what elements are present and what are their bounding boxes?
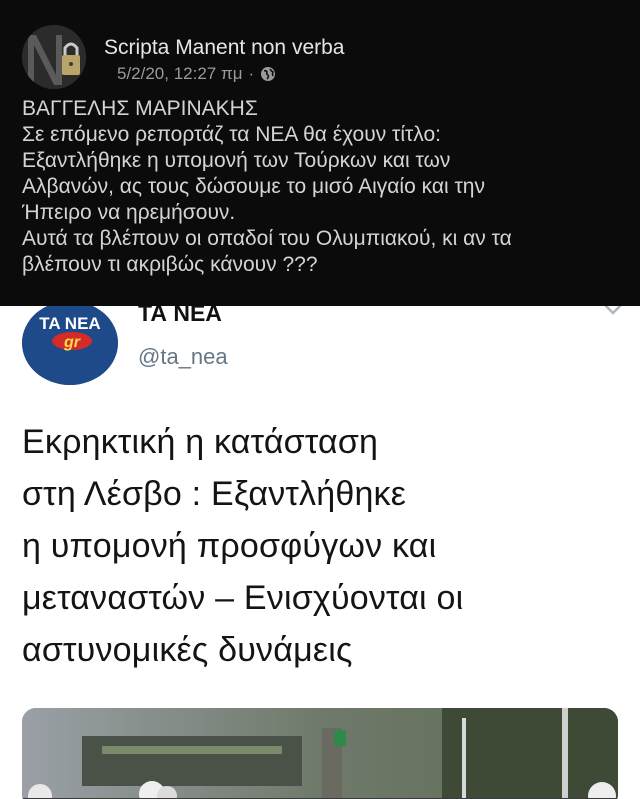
tweet-display-name[interactable]: ΤΑ ΝΕΑ [138,306,222,327]
post-text-line: βλέπουν τι ακριβώς κάνουν ??? [22,253,318,276]
facebook-post: Scripta Manent non verba 5/2/20, 12:27 π… [0,0,640,306]
headline-line: Εκρηκτική η κατάσταση [22,423,379,461]
post-text: ΒΑΓΓΕΛΗΣ ΜΑΡΙΝΑΚΗΣ Σε επόμενο ρεπορτάζ τ… [22,96,622,278]
page-name[interactable]: Scripta Manent non verba [104,36,344,60]
headline-line: στη Λέσβο : Εξαντλήθηκε [22,475,407,513]
tweet-card: TA NEA gr ΤΑ ΝΕΑ @ta_nea Εκρηκτική η κατ… [0,306,640,799]
tweet-handle[interactable]: @ta_nea [138,344,228,370]
logo-text: TA NEA [39,314,100,333]
globe-icon [260,66,276,82]
post-text-line: ΒΑΓΓΕΛΗΣ ΜΑΡΙΝΑΚΗΣ [22,97,258,120]
post-text-line: Αυτά τα βλέπουν οι οπαδοί του Ολυμπιακού… [22,227,512,250]
post-text-line: Εξαντλήθηκε η υπομονή των Τούρκων και τω… [22,149,451,172]
headline-line: μεταναστών – Ενισχύονται οι [22,579,464,617]
post-text-line: Σε επόμενο ρεπορτάζ τα ΝΕΑ θα έχουν τίτλ… [22,123,441,146]
headline-line: αστυνομικές δυνάμεις [22,631,353,669]
ta-nea-logo: TA NEA gr [22,306,118,385]
meta-separator: · [248,64,255,83]
post-meta: 5/2/20, 12:27 πμ · [117,64,276,84]
chevron-down-icon[interactable] [604,306,622,316]
tweet-photo[interactable] [22,708,618,799]
page-avatar[interactable] [22,25,86,89]
riot-police-photo [22,708,618,799]
tweet-headline: Εκρηκτική η κατάσταση στη Λέσβο : Εξαντλ… [22,416,632,676]
post-text-line: Ήπειρο να ηρεμήσουν. [22,201,236,224]
post-text-line: Αλβανών, ας τους δώσουμε το μισό Αιγαίο … [22,175,485,198]
post-timestamp[interactable]: 5/2/20, 12:27 πμ [117,64,243,84]
tweet-avatar[interactable]: TA NEA gr [22,306,118,385]
headline-line: η υπομονή προσφύγων και [22,527,437,565]
logo-sub-text: gr [63,334,81,351]
padlock-avatar-image [22,25,86,89]
